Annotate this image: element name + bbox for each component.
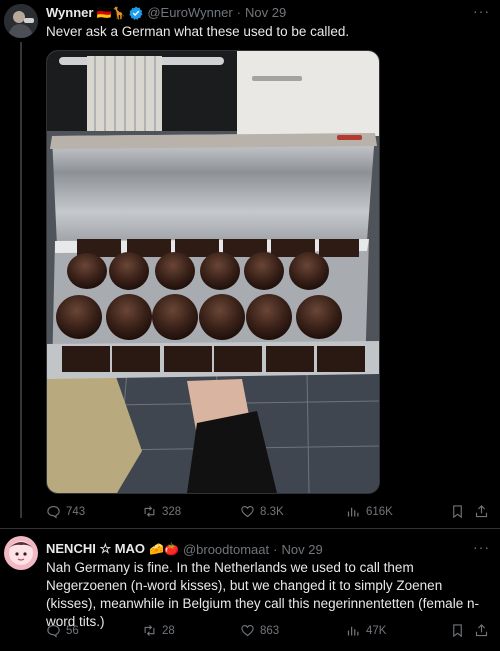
post-text: Never ask a German what these used to be… <box>46 24 350 39</box>
verified-badge-icon <box>129 6 143 20</box>
repost-icon <box>144 506 155 517</box>
views-icon <box>347 507 359 517</box>
reply-button[interactable]: 743 <box>46 504 142 519</box>
bookmark-button[interactable] <box>450 504 474 519</box>
name-emoji: 🧀🍅 <box>149 542 179 556</box>
reply-icon <box>47 505 60 519</box>
timestamp[interactable]: Nov 29 <box>281 542 322 557</box>
handle[interactable]: @broodtomaat <box>183 542 269 557</box>
name-emoji: 🇩🇪🦒 <box>96 5 127 20</box>
more-options-icon[interactable]: ··· <box>473 539 490 555</box>
avatar-nenchi[interactable] <box>4 536 38 570</box>
reply-icon <box>47 624 60 638</box>
post-actions: 56 28 863 47K <box>46 623 492 638</box>
share-button[interactable] <box>474 504 492 519</box>
reply-count: 56 <box>66 624 79 637</box>
repost-button[interactable]: 28 <box>142 623 240 638</box>
bookmark-icon <box>453 624 462 638</box>
post-image[interactable] <box>46 50 380 494</box>
separator: · <box>236 5 242 20</box>
share-button[interactable] <box>474 623 492 638</box>
view-count: 616K <box>366 505 393 518</box>
avatar-wynner[interactable] <box>4 4 38 38</box>
bookmark-icon <box>453 505 462 519</box>
post-header: Wynner 🇩🇪🦒 @EuroWynner · Nov 29 <box>46 5 286 20</box>
post-header: NENCHI ☆ MAO 🧀🍅 @broodtomaat · Nov 29 <box>46 541 323 557</box>
like-button[interactable]: 863 <box>240 623 346 638</box>
repost-count: 328 <box>162 505 182 518</box>
display-name[interactable]: Wynner <box>46 5 93 20</box>
bookmark-button[interactable] <box>450 623 474 638</box>
separator: · <box>273 541 278 557</box>
share-icon <box>475 505 488 518</box>
like-button[interactable]: 8.3K <box>240 504 346 519</box>
heart-icon <box>241 505 254 518</box>
views-button[interactable]: 616K <box>346 504 450 519</box>
thread-line <box>20 42 22 518</box>
heart-icon <box>241 624 254 637</box>
post-text: Nah Germany is fine. In the Netherlands … <box>46 560 479 629</box>
handle[interactable]: @EuroWynner <box>147 5 232 20</box>
repost-icon <box>144 625 155 636</box>
share-icon <box>475 624 488 637</box>
more-options-icon[interactable]: ··· <box>473 3 490 19</box>
post-actions: 743 328 8.3K 616K <box>46 504 492 519</box>
display-name[interactable]: NENCHI ☆ MAO <box>46 541 145 557</box>
repost-count: 28 <box>162 624 175 637</box>
view-count: 47K <box>366 624 387 637</box>
views-button[interactable]: 47K <box>346 623 450 638</box>
like-count: 863 <box>260 624 280 637</box>
post-divider <box>0 528 500 529</box>
like-count: 8.3K <box>260 505 284 518</box>
views-icon <box>347 626 359 636</box>
reply-count: 743 <box>66 505 86 518</box>
repost-button[interactable]: 328 <box>142 504 240 519</box>
timestamp[interactable]: Nov 29 <box>245 5 286 20</box>
reply-button[interactable]: 56 <box>46 623 142 638</box>
